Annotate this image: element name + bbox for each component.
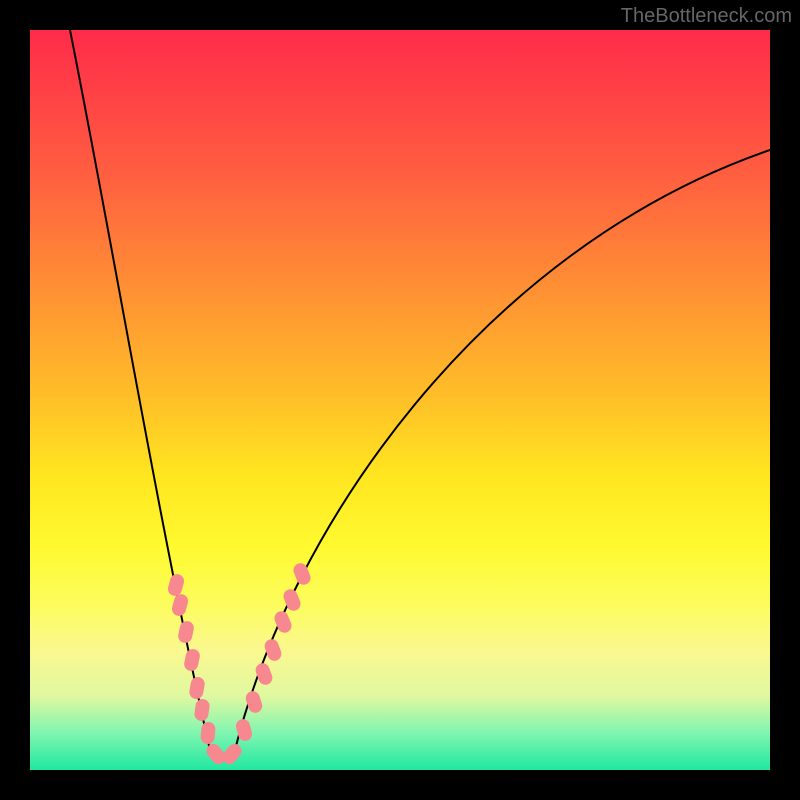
watermark-text: TheBottleneck.com (621, 5, 792, 28)
chart-svg (30, 30, 770, 770)
bottleneck-curve (70, 30, 770, 759)
chart-plot-area (30, 30, 770, 770)
